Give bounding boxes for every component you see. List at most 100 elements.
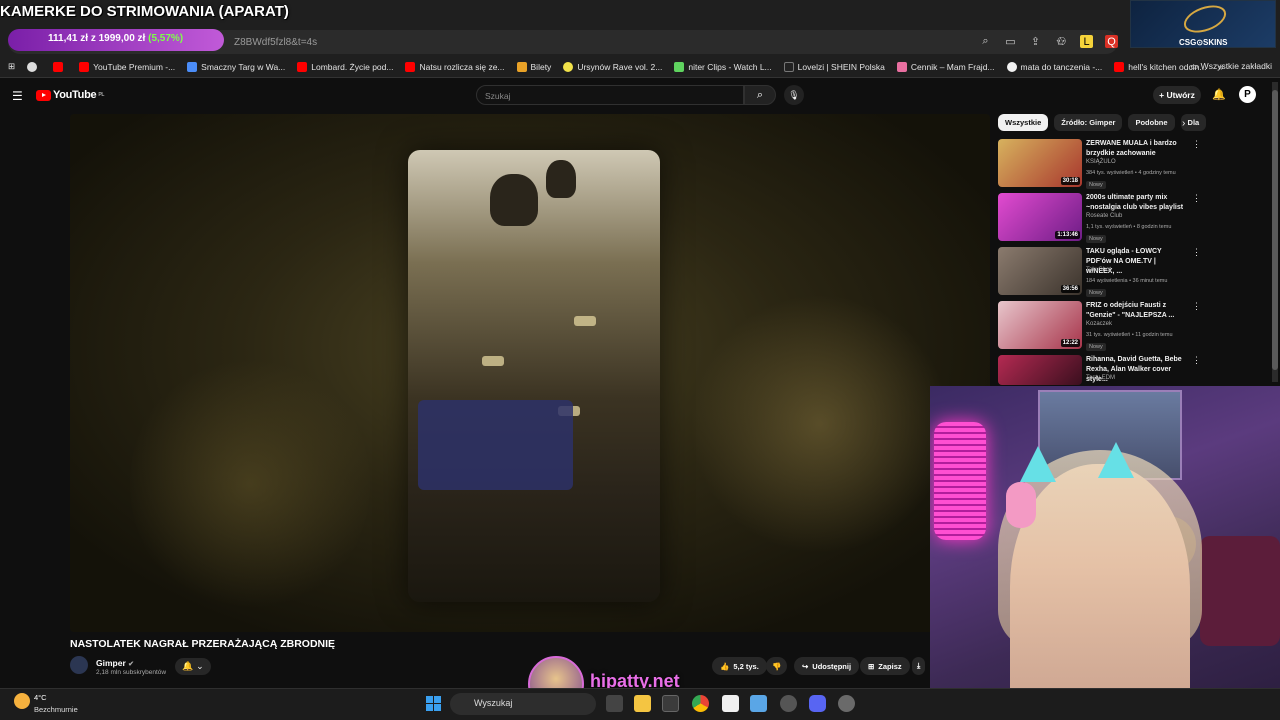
duration-badge: 1:13:46 bbox=[1055, 231, 1080, 239]
recommendation-channel[interactable]: TakuShot bbox=[1086, 267, 1111, 273]
recommendation-title[interactable]: 2000s ultimate party mix ~nostalgia club… bbox=[1086, 193, 1184, 213]
more-options-icon[interactable]: ⋮ bbox=[1192, 247, 1201, 258]
more-options-icon[interactable]: ⋮ bbox=[1192, 355, 1201, 366]
save-button[interactable]: ⊞ Zapisz bbox=[860, 657, 910, 675]
recommendation-title[interactable]: ZERWANE MUALA i bardzo brzydkie zachowan… bbox=[1086, 139, 1184, 159]
bookmark-item[interactable]: Cennik – Mam Frajd... bbox=[896, 61, 995, 72]
recommendation-channel[interactable]: KSIĄŻULO bbox=[1086, 159, 1116, 165]
extension-l-icon[interactable]: L bbox=[1080, 35, 1093, 48]
create-button[interactable]: + Utwórz bbox=[1153, 86, 1201, 104]
channel-name[interactable]: Gimper ✔ bbox=[96, 658, 134, 668]
zoom-icon[interactable]: ⌕ bbox=[979, 35, 992, 48]
all-bookmarks-button[interactable]: ▭ Wszystkie zakładki bbox=[1190, 61, 1272, 72]
dislike-button[interactable]: 👎 bbox=[766, 657, 788, 675]
video-thumbnail[interactable]: 30:18 bbox=[998, 139, 1082, 187]
settings-gear-icon[interactable] bbox=[838, 695, 855, 712]
bookmark-favicon bbox=[516, 61, 527, 72]
recommendation-item[interactable]: 1:13:46 2000s ultimate party mix ~nostal… bbox=[998, 193, 1270, 245]
recommendation-channel[interactable]: Roseate Club bbox=[1086, 213, 1122, 219]
csgo-skins-ad[interactable]: CSG⊙SKINS bbox=[1130, 0, 1276, 48]
like-button[interactable]: 👍 5,2 tys. bbox=[712, 657, 767, 675]
file-explorer-icon[interactable] bbox=[634, 695, 651, 712]
menu-icon[interactable]: ☰ bbox=[12, 89, 23, 103]
weather-sun-icon[interactable] bbox=[14, 693, 30, 709]
channel-avatar[interactable] bbox=[70, 656, 88, 674]
bookmark-item[interactable]: Ursynów Rave vol. 2... bbox=[563, 61, 663, 72]
bookmark-item[interactable]: mata do tanczenia -... bbox=[1006, 61, 1102, 72]
more-options-icon[interactable]: ⋮ bbox=[1192, 139, 1201, 150]
video-blur-right bbox=[690, 294, 950, 554]
recommendation-title[interactable]: FRIZ o odejściu Fausti z "Genzie" - "NAJ… bbox=[1086, 301, 1184, 321]
cast-icon[interactable]: ▭ bbox=[1004, 35, 1017, 48]
bookmark-label: Natsu rozlicza się ze... bbox=[419, 61, 505, 72]
bookmark-item[interactable]: Lombard. Życie pod... bbox=[297, 61, 393, 72]
stream-title: KAMERKE DO STRIMOWANIA (APARAT) bbox=[0, 3, 289, 20]
duration-badge: 36:56 bbox=[1060, 285, 1080, 293]
voice-search-button[interactable]: 🎙 bbox=[784, 85, 804, 105]
subscription-bell-button[interactable]: 🔔 ⌄ bbox=[175, 658, 211, 675]
search-input[interactable]: Szukaj bbox=[476, 85, 744, 105]
chip-similar[interactable]: Podobne bbox=[1128, 114, 1175, 131]
screen: Z8BWdf5fzl8&t=4s KAMERKE DO STRIMOWANIA … bbox=[0, 0, 1280, 720]
bookmark-youtube-icon[interactable] bbox=[53, 61, 67, 72]
notifications-bell-icon[interactable]: 🔔 bbox=[1212, 88, 1226, 101]
weather-description[interactable]: Bezchmurnie bbox=[34, 705, 78, 714]
search-placeholder: Szukaj bbox=[485, 91, 511, 101]
bookmark-favicon bbox=[1114, 61, 1125, 72]
apps-grid-icon[interactable]: ⊞ bbox=[8, 61, 15, 72]
download-button[interactable]: ⤓ bbox=[912, 657, 926, 675]
recommendation-meta: 31 tys. wyświetleń • 11 godzin temu bbox=[1086, 332, 1173, 338]
bookmark-item[interactable]: Bilety bbox=[516, 61, 551, 72]
video-title: NASTOLATEK NAGRAŁ PRZERAŻAJĄCĄ ZBRODNIĘ bbox=[70, 638, 336, 650]
recommendation-meta: 1,1 tys. wyświetleń • 8 godzin temu bbox=[1086, 224, 1172, 230]
notepad-icon[interactable] bbox=[722, 695, 739, 712]
scrollbar-thumb[interactable] bbox=[1272, 90, 1278, 370]
recommendation-item[interactable]: 36:56 TAKU ogląda - ŁOWCY PDF'ów NA OME.… bbox=[998, 247, 1270, 299]
notes-app-icon[interactable] bbox=[750, 695, 767, 712]
video-thumbnail[interactable]: 36:56 bbox=[998, 247, 1082, 295]
extension-icon[interactable]: ⚇ bbox=[1055, 35, 1068, 48]
chrome-icon[interactable] bbox=[692, 695, 709, 712]
recommendation-channel[interactable]: Tasty EDM bbox=[1086, 375, 1115, 381]
bookmark-item[interactable]: Natsu rozlicza się ze... bbox=[405, 61, 505, 72]
obs-icon[interactable] bbox=[780, 695, 797, 712]
recommendation-item[interactable]: Rihanna, David Guetta, Bebe Rexha, Alan … bbox=[998, 355, 1270, 385]
search-button[interactable]: ⌕ bbox=[744, 85, 776, 105]
account-avatar[interactable]: P bbox=[1239, 86, 1256, 103]
more-options-icon[interactable]: ⋮ bbox=[1192, 193, 1201, 204]
taskbar-search[interactable]: Wyszukaj bbox=[450, 693, 596, 715]
chip-all[interactable]: Wszystkie bbox=[998, 114, 1049, 131]
store-icon[interactable] bbox=[662, 695, 679, 712]
bookmark-item[interactable]: Smaczny Targ w Wa... bbox=[187, 61, 285, 72]
video-thumbnail[interactable]: 1:13:46 bbox=[998, 193, 1082, 241]
like-count: 5,2 tys. bbox=[733, 661, 759, 671]
bookmark-item[interactable]: Lovelzi | SHEIN Polska bbox=[783, 61, 885, 72]
youtube-logo[interactable]: YouTube PL bbox=[36, 89, 104, 101]
windows-start-icon[interactable] bbox=[426, 696, 441, 711]
weather-temperature[interactable]: 4°C bbox=[34, 693, 47, 702]
bookmark-item[interactable]: YouTube Premium -... bbox=[79, 61, 175, 72]
recommendation-channel[interactable]: Kozaczek bbox=[1086, 321, 1112, 327]
bookmark-favicon bbox=[79, 61, 90, 72]
youtube-play-icon bbox=[36, 89, 51, 101]
bookmark-label: Ursynów Rave vol. 2... bbox=[577, 61, 663, 72]
recommendation-item[interactable]: 12:22 FRIZ o odejściu Fausti z "Genzie" … bbox=[998, 301, 1270, 353]
chevron-right-icon[interactable]: › bbox=[1182, 118, 1185, 129]
video-thumbnail[interactable] bbox=[998, 355, 1082, 385]
bookmark-item[interactable]: niter Clips - Watch L... bbox=[674, 61, 772, 72]
task-view-icon[interactable] bbox=[606, 695, 623, 712]
share-button[interactable]: ↪ Udostępnij bbox=[794, 657, 860, 675]
more-options-icon[interactable]: ⋮ bbox=[1192, 301, 1201, 312]
duration-badge: 12:22 bbox=[1060, 339, 1080, 347]
share-page-icon[interactable]: ⇪ bbox=[1029, 35, 1042, 48]
extension-q-icon[interactable]: Q bbox=[1105, 35, 1118, 48]
bookmark-icon-only[interactable] bbox=[27, 61, 41, 72]
video-thumbnail[interactable]: 12:22 bbox=[998, 301, 1082, 349]
recommendation-item[interactable]: 30:18 ZERWANE MUALA i bardzo brzydkie za… bbox=[998, 139, 1270, 191]
chip-source[interactable]: Źródło: Gimper bbox=[1054, 114, 1123, 131]
discord-icon[interactable] bbox=[809, 695, 826, 712]
video-player[interactable] bbox=[70, 114, 990, 632]
page-scrollbar[interactable] bbox=[1272, 82, 1278, 382]
thumbs-down-icon: 👎 bbox=[772, 661, 782, 671]
share-icon: ↪ bbox=[802, 661, 809, 671]
